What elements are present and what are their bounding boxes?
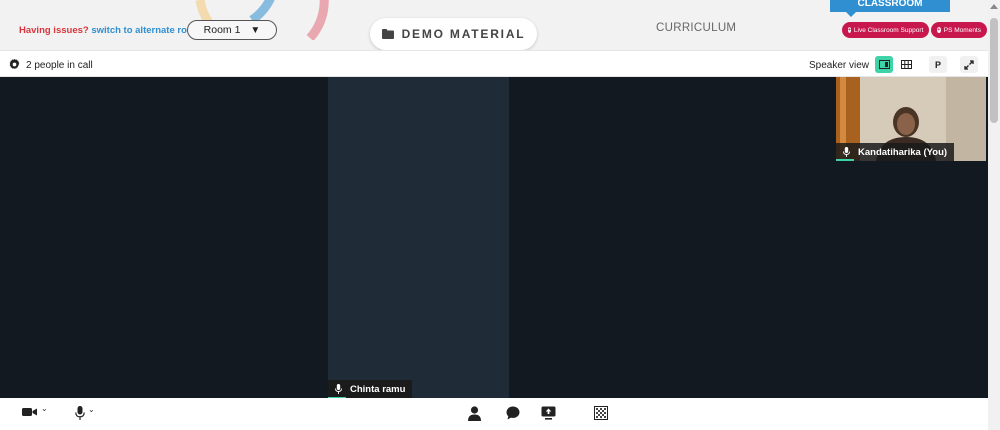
chat-button[interactable] xyxy=(506,406,520,420)
p-button[interactable]: P xyxy=(929,56,947,73)
demo-material-button[interactable]: DEMO MATERIAL xyxy=(370,18,537,50)
participant-name: Chinta ramu xyxy=(350,383,406,395)
expand-icon xyxy=(964,59,974,70)
self-audio-level-indicator xyxy=(836,159,854,161)
microphone-icon xyxy=(843,147,850,157)
video-stage: Chinta ramu Kandatiharika (You) xyxy=(0,77,988,399)
people-button[interactable] xyxy=(468,406,481,421)
chevron-down-icon[interactable]: ⌄ xyxy=(88,405,95,414)
self-name: Kandatiharika (You) xyxy=(858,146,948,158)
chevron-down-icon[interactable]: ⌄ xyxy=(41,404,48,413)
call-controls: ⌄ ⌄ xyxy=(0,398,988,430)
speaker-layout-icon xyxy=(878,60,890,69)
top-header: Having issues? switch to alternate room … xyxy=(0,0,988,50)
demo-material-label: DEMO MATERIAL xyxy=(401,27,526,41)
scroll-up-icon[interactable] xyxy=(990,4,998,9)
video-classroom-page: Having issues? switch to alternate room … xyxy=(0,0,1000,430)
microphone-toggle[interactable]: ⌄ xyxy=(75,405,95,420)
room-select[interactable]: Room 1 ▼ xyxy=(187,20,277,40)
camera-icon xyxy=(22,408,37,416)
share-screen-icon xyxy=(541,406,556,420)
classroom-tab-pointer xyxy=(845,11,857,17)
scrollbar-thumb[interactable] xyxy=(990,18,998,123)
issue-label: Having issues? xyxy=(19,25,89,36)
dropdown-arrow-icon: ▼ xyxy=(250,24,261,36)
fullscreen-button[interactable] xyxy=(960,56,978,73)
microphone-icon xyxy=(335,384,342,394)
chat-icon xyxy=(506,406,520,420)
ps-moments-button[interactable]: + PS Moments xyxy=(931,22,987,38)
plus-icon: + xyxy=(937,27,941,33)
microphone-icon xyxy=(75,406,85,420)
grid-layout-icon xyxy=(900,60,912,69)
view-mode-label: Speaker view xyxy=(809,60,870,71)
plus-icon: + xyxy=(848,27,851,33)
people-icon xyxy=(468,406,481,421)
camera-toggle[interactable]: ⌄ xyxy=(22,404,48,418)
live-classroom-support-button[interactable]: + Live Classroom Support xyxy=(842,22,929,38)
call-toolbar: 2 people in call Speaker view P xyxy=(0,50,988,77)
participant-name-tag: Chinta ramu xyxy=(328,380,413,398)
folder-icon xyxy=(381,29,394,39)
participant-video-tile[interactable] xyxy=(328,77,509,398)
curriculum-tab[interactable]: CURRICULUM xyxy=(656,22,736,34)
background-icon xyxy=(594,406,608,420)
self-video-tile[interactable]: Kandatiharika (You) xyxy=(836,77,986,161)
ps-moments-label: PS Moments xyxy=(943,26,981,34)
room-select-value: Room 1 xyxy=(203,24,241,36)
alternate-room-notice: Having issues? switch to alternate room xyxy=(19,25,201,36)
gear-icon[interactable] xyxy=(9,59,20,70)
grid-layout-button[interactable] xyxy=(897,56,915,73)
speaker-layout-button[interactable] xyxy=(875,56,893,73)
switch-room-link[interactable]: switch to alternate room xyxy=(91,25,201,36)
share-screen-button[interactable] xyxy=(541,406,556,420)
background-button[interactable] xyxy=(594,406,608,420)
live-support-label: Live Classroom Support xyxy=(853,26,924,34)
people-count: 2 people in call xyxy=(26,60,93,71)
